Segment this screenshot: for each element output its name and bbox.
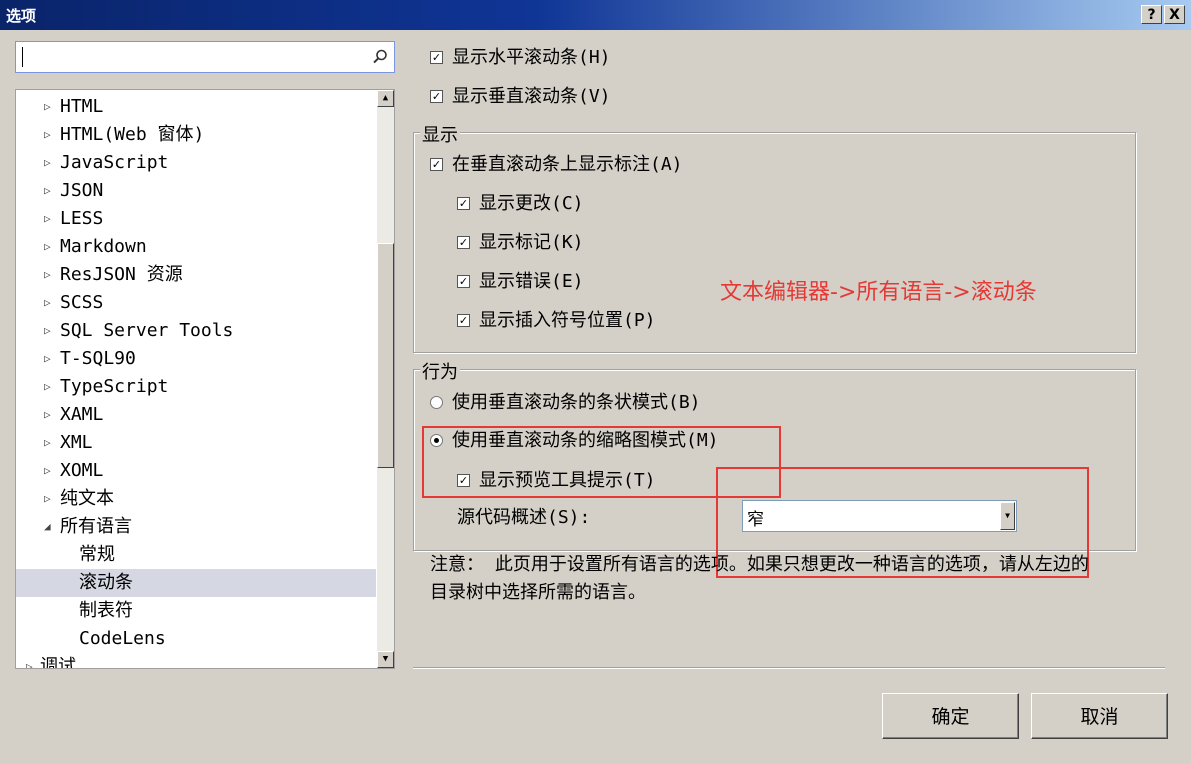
expand-arrow-icon[interactable]: ▷ [44,233,51,261]
source-overview-row: 源代码概述(S): [457,505,590,531]
tree-item[interactable]: ▷ SQL Server Tools [16,317,376,345]
tree-item[interactable]: ▷ 纯文本 [16,485,376,513]
expand-arrow-icon[interactable]: ▷ [44,149,51,177]
tree-item[interactable]: ▷ JSON [16,177,376,205]
tree-item[interactable]: 滚动条 [16,569,376,597]
tree-item[interactable]: ▷ HTML [16,93,376,121]
tree-item-label: 调试 [40,656,76,669]
tree-item-label: SCSS [60,292,104,313]
bar-mode-label: 使用垂直滚动条的条状模式(B) [452,392,701,413]
show-annotations-checkbox[interactable]: ✓ [430,158,443,171]
show-errors-checkbox[interactable]: ✓ [457,275,470,288]
separator [413,667,1165,669]
tree-item[interactable]: ▷ Markdown [16,233,376,261]
cancel-button[interactable]: 取消 [1031,693,1168,739]
expand-arrow-icon[interactable]: ▷ [44,429,51,457]
tree-item-label: SQL Server Tools [60,320,234,341]
show-vscroll-label: 显示垂直滚动条(V) [452,86,611,107]
tree-item-label: TypeScript [60,376,169,397]
tree-item[interactable]: ▷ XAML [16,401,376,429]
tree-item-label: 滚动条 [79,572,133,593]
expand-arrow-icon[interactable]: ▷ [44,289,51,317]
tree-scrollbar[interactable]: ▲ ▼ [377,90,394,668]
tree-item-label: T-SQL90 [60,348,136,369]
expand-arrow-icon[interactable]: ▷ [44,373,51,401]
tree-item[interactable]: ▷ T-SQL90 [16,345,376,373]
show-marks-checkbox[interactable]: ✓ [457,236,470,249]
tree-item[interactable]: ▷ TypeScript [16,373,376,401]
tree-item-label: XOML [60,460,104,481]
expand-arrow-icon[interactable]: ▷ [44,205,51,233]
tree-item[interactable]: ▷ XOML [16,457,376,485]
note-text: 注意： 此页用于设置所有语言的选项。如果只想更改一种语言的选项，请从左边的目录树… [430,554,1089,603]
expand-arrow-icon[interactable]: ▷ [44,345,51,373]
tree-item-label: 制表符 [79,600,133,621]
options-tree[interactable]: ▷ HTML ▷ HTML(Web 窗体) ▷ JavaScript ▷ JSON ▷ LESS ▷… [15,89,395,669]
show-caret-checkbox[interactable]: ✓ [457,314,470,327]
tree-item[interactable]: 常规 [16,541,376,569]
expand-arrow-icon[interactable]: ▷ [44,261,51,289]
show-hscroll-label: 显示水平滚动条(H) [452,47,611,68]
show-hscroll-checkbox[interactable]: ✓ [430,51,443,64]
window-title: 选项 [6,7,37,25]
bar-mode-radio[interactable] [430,396,443,409]
tree-item[interactable]: ◢ 所有语言 [16,513,376,541]
tree-item-label: XAML [60,404,104,425]
help-button[interactable]: ? [1141,5,1162,24]
tree-item[interactable]: ▷ SCSS [16,289,376,317]
expand-arrow-icon[interactable]: ▷ [44,401,51,429]
tree-item[interactable]: ▷ 调试 [16,653,376,669]
search-icon[interactable] [371,48,389,66]
search-input[interactable] [20,45,374,71]
source-overview-label: 源代码概述(S): [457,507,591,528]
show-errors-label: 显示错误(E) [479,271,584,292]
tree-item-label: LESS [60,208,104,229]
title-bar: 选项 ? X [0,0,1191,30]
expand-arrow-icon[interactable]: ▷ [26,653,33,668]
tree-item-label: XML [60,432,93,453]
tree-item[interactable]: ▷ ResJSON 资源 [16,261,376,289]
expand-arrow-icon[interactable]: ▷ [44,121,51,149]
expand-arrow-icon[interactable]: ▷ [44,485,51,513]
show-changes-label: 显示更改(C) [479,193,584,214]
scroll-thumb[interactable] [377,243,394,468]
tree-item-label: 所有语言 [60,516,132,537]
tree-item[interactable]: 制表符 [16,597,376,625]
show-vscroll-checkbox[interactable]: ✓ [430,90,443,103]
behavior-group-title: 行为 [420,358,460,384]
show-marks-label: 显示标记(K) [479,232,584,253]
tree-item[interactable]: ▷ XML [16,429,376,457]
tree-item-label: HTML(Web 窗体) [60,124,205,145]
tree-item-label: JavaScript [60,152,169,173]
show-caret-label: 显示插入符号位置(P) [479,310,656,331]
ok-button[interactable]: 确定 [882,693,1019,739]
close-button[interactable]: X [1164,5,1185,24]
tree-item[interactable]: CodeLens [16,625,376,653]
expand-arrow-icon[interactable]: ▷ [44,457,51,485]
tree-item-label: Markdown [60,236,147,257]
tree-item[interactable]: ▷ LESS [16,205,376,233]
show-changes-checkbox[interactable]: ✓ [457,197,470,210]
tree-item-label: HTML [60,96,104,117]
tree-item[interactable]: ▷ JavaScript [16,149,376,177]
tree-item-label: 纯文本 [60,488,114,509]
tree-item[interactable]: ▷ HTML(Web 窗体) [16,121,376,149]
tree-item-label: CodeLens [79,628,166,649]
expand-arrow-icon[interactable]: ▷ [44,177,51,205]
scroll-up-button[interactable]: ▲ [377,90,394,107]
options-search-box[interactable] [15,41,395,73]
expanded-arrow-icon[interactable]: ◢ [44,513,51,541]
expand-arrow-icon[interactable]: ▷ [44,317,51,345]
display-group-title: 显示 [420,121,460,147]
scroll-down-button[interactable]: ▼ [377,651,394,668]
show-annotations-label: 在垂直滚动条上显示标注(A) [452,154,683,175]
tree-item-label: JSON [60,180,104,201]
annotation-text: 文本编辑器->所有语言->滚动条 [720,280,1037,305]
tree-item-label: 常规 [79,544,115,565]
tree-item-label: ResJSON 资源 [60,264,183,285]
expand-arrow-icon[interactable]: ▷ [44,93,51,121]
